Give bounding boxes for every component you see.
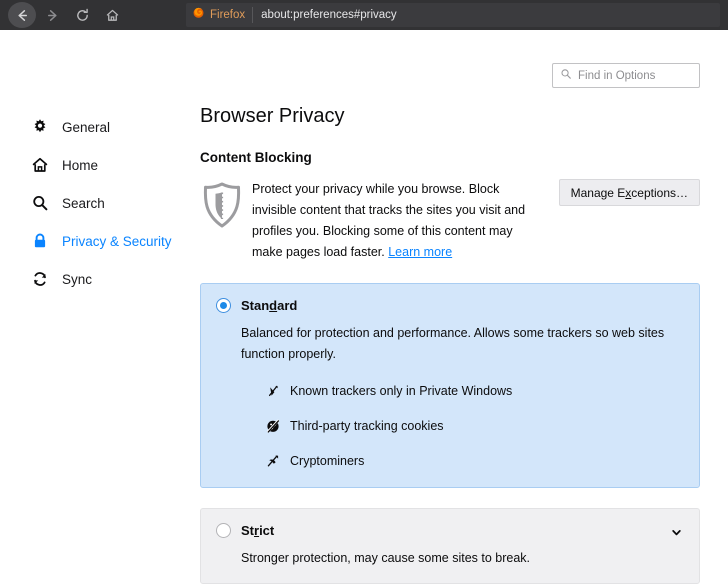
- strict-option-header: Strict: [216, 523, 683, 538]
- cookie-blocked-icon: [265, 418, 281, 434]
- sidebar-item-label: General: [62, 119, 111, 135]
- sidebar-item-sync[interactable]: Sync: [0, 260, 196, 298]
- strict-title: Strict: [241, 523, 274, 538]
- forward-arrow-icon: [45, 8, 60, 23]
- sidebar-item-privacy-security[interactable]: Privacy & Security: [0, 222, 196, 260]
- cryptominer-blocked-icon: [265, 453, 281, 469]
- forward-button[interactable]: [38, 2, 66, 28]
- reload-icon: [75, 8, 90, 23]
- list-item-label: Third-party tracking cookies: [290, 419, 444, 433]
- firefox-logo-icon: [192, 6, 205, 24]
- sidebar-item-label: Search: [62, 195, 105, 211]
- sidebar-item-search[interactable]: Search: [0, 184, 196, 222]
- standard-option-header: Standard: [216, 298, 683, 313]
- learn-more-link[interactable]: Learn more: [388, 245, 452, 259]
- firefox-brand-label: Firefox: [210, 9, 246, 21]
- navigation-buttons: [8, 2, 126, 28]
- manage-exceptions-label-post: ceptions…: [631, 185, 688, 200]
- strict-description: Stronger protection, may cause some site…: [241, 551, 531, 565]
- standard-title: Standard: [241, 298, 297, 313]
- search-container: Find in Options: [200, 30, 700, 88]
- chevron-down-icon[interactable]: [670, 526, 683, 544]
- browser-toolbar: Firefox about:preferences#privacy: [0, 0, 728, 30]
- manage-exceptions-button[interactable]: Manage Ex ceptions…: [558, 179, 700, 206]
- back-arrow-icon: [15, 8, 30, 23]
- manage-exceptions-label-pre: Manage E: [570, 185, 626, 200]
- search-icon: [560, 67, 572, 85]
- standard-title-pre: Stan: [241, 298, 270, 313]
- standard-feature-list: Known trackers only in Private Windows T…: [265, 383, 683, 469]
- search-icon: [30, 194, 49, 213]
- back-button[interactable]: [8, 2, 36, 28]
- home-icon: [105, 8, 120, 23]
- preferences-sidebar: General Home Search Privacy & Security S…: [0, 30, 196, 500]
- sidebar-item-label: Privacy & Security: [62, 233, 172, 249]
- strict-radio-button[interactable]: [216, 523, 231, 538]
- gear-icon: [30, 118, 49, 137]
- home-icon: [30, 156, 49, 175]
- url-text[interactable]: about:preferences#privacy: [253, 9, 397, 21]
- sidebar-item-label: Sync: [62, 271, 93, 287]
- firefox-brand: Firefox: [192, 6, 254, 24]
- content-blocking-description-row: Protect your privacy while you browse. B…: [200, 179, 700, 263]
- sync-icon: [30, 270, 49, 289]
- url-bar[interactable]: Firefox about:preferences#privacy: [186, 3, 720, 27]
- standard-description: Balanced for protection and performance.…: [241, 326, 665, 361]
- list-item-label: Cryptominers: [290, 454, 365, 468]
- sidebar-item-general[interactable]: General: [0, 108, 196, 146]
- list-item: Known trackers only in Private Windows: [265, 383, 683, 399]
- strict-option-panel[interactable]: Strict Stronger protection, may cause so…: [200, 508, 700, 584]
- section-title: Content Blocking: [200, 150, 312, 165]
- standard-radio-button[interactable]: [216, 298, 231, 313]
- sidebar-item-label: Home: [62, 157, 99, 173]
- standard-option-panel[interactable]: Standard Balanced for protection and per…: [200, 283, 700, 488]
- shield-icon: [200, 179, 252, 234]
- list-item: Cryptominers: [265, 453, 683, 469]
- preferences-content: Find in Options Browser Privacy Content …: [196, 30, 728, 584]
- reload-button[interactable]: [68, 2, 96, 28]
- home-button[interactable]: [98, 2, 126, 28]
- search-input[interactable]: Find in Options: [552, 63, 700, 88]
- content-blocking-description: Protect your privacy while you browse. B…: [252, 179, 545, 263]
- list-item-label: Known trackers only in Private Windows: [290, 384, 513, 398]
- page-title: Browser Privacy: [200, 105, 345, 127]
- strict-title-post: ict: [259, 523, 275, 538]
- list-item: Third-party tracking cookies: [265, 418, 683, 434]
- sidebar-item-home[interactable]: Home: [0, 146, 196, 184]
- strict-title-pre: St: [241, 523, 254, 538]
- lock-icon: [30, 232, 49, 251]
- standard-accesskey: d: [269, 298, 278, 313]
- standard-title-post: ard: [277, 298, 298, 313]
- tracker-blocked-icon: [265, 383, 281, 399]
- search-placeholder: Find in Options: [578, 69, 656, 82]
- preferences-page: General Home Search Privacy & Security S…: [0, 30, 728, 584]
